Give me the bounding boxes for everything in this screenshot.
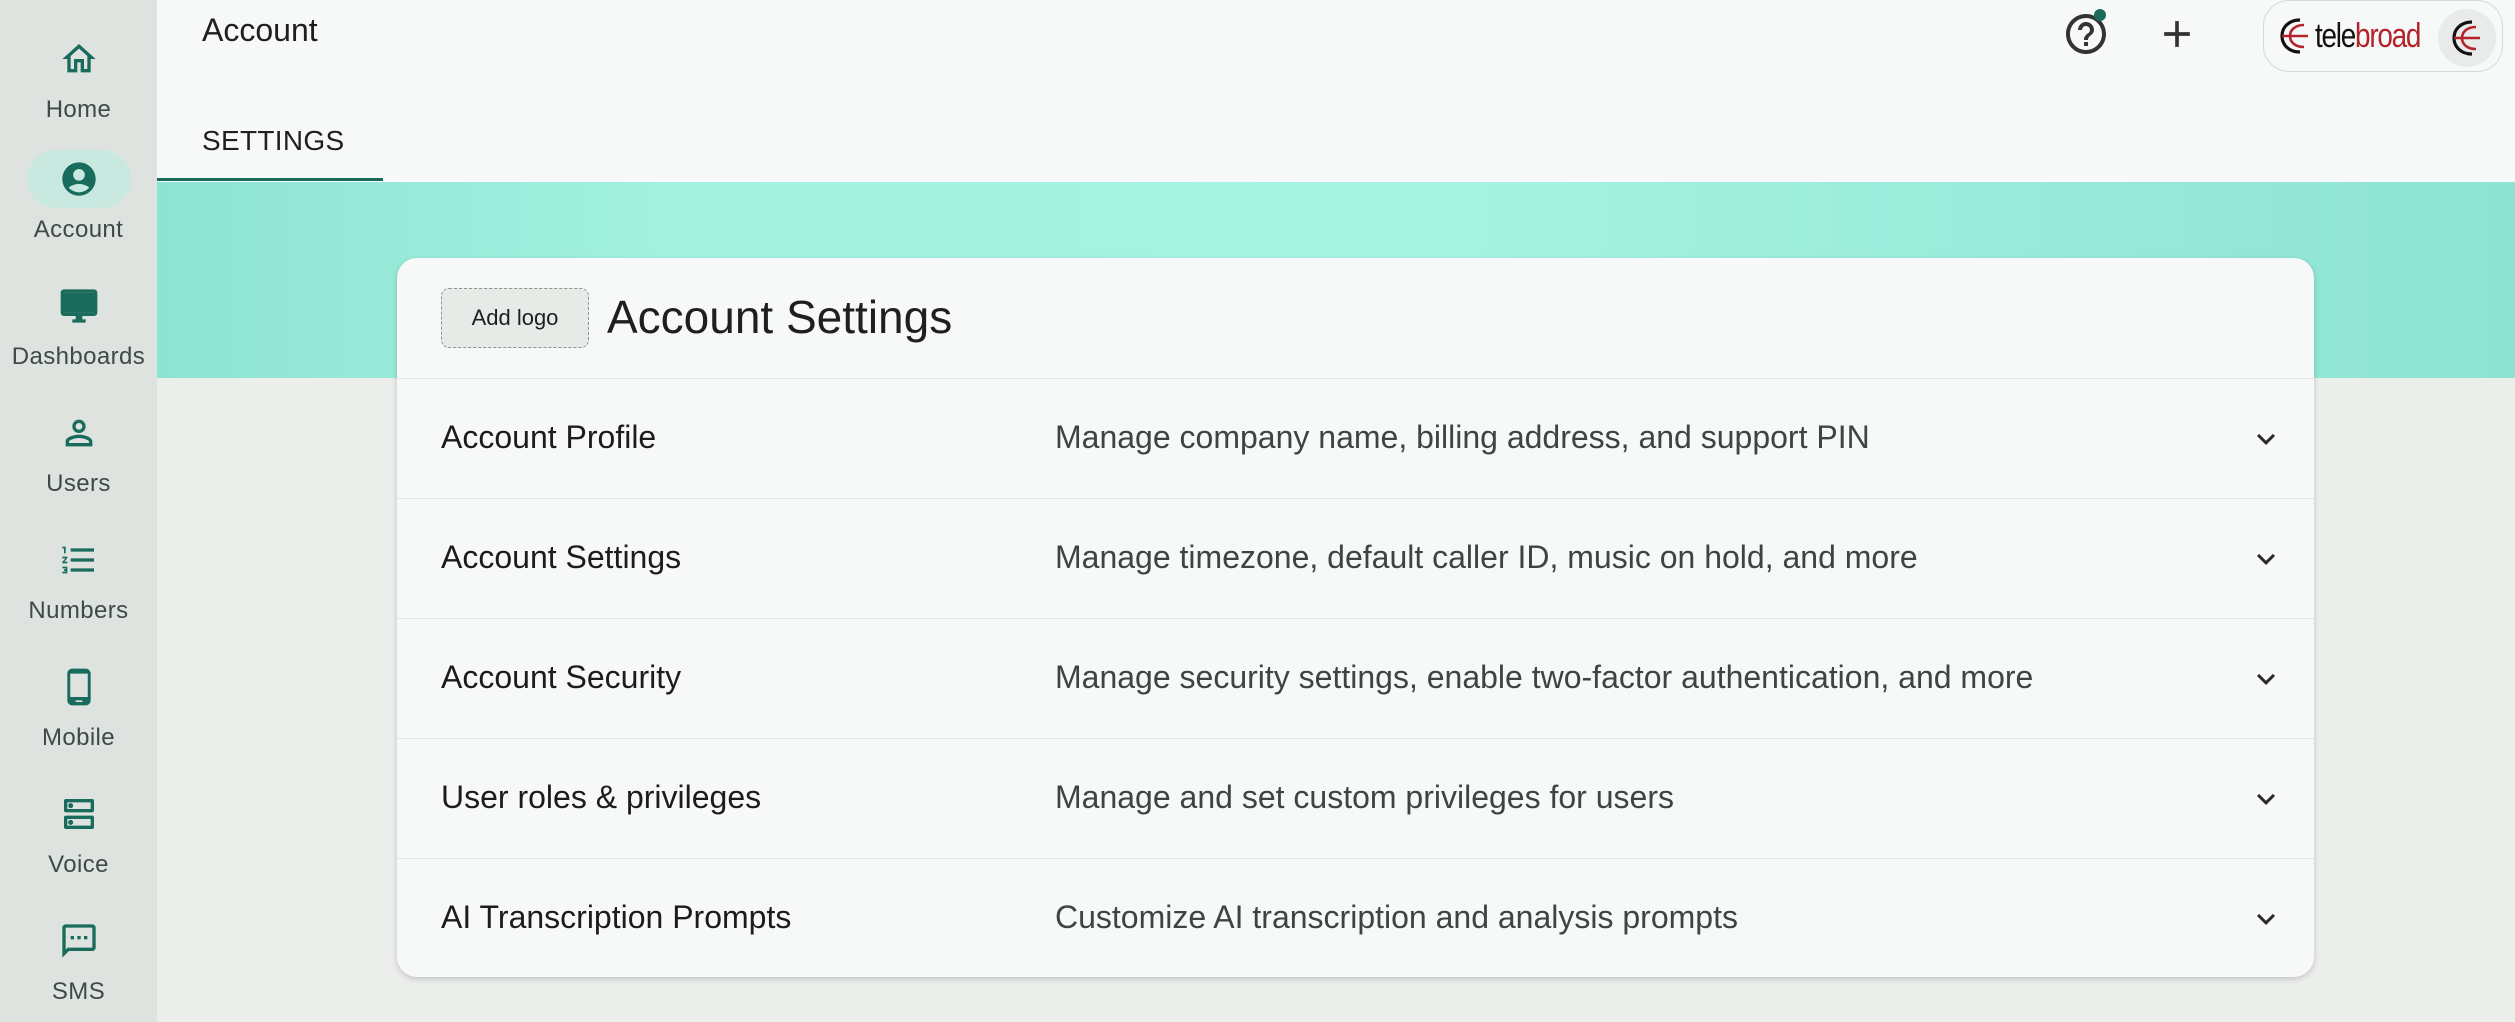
row-description: Manage and set custom privileges for use… (1055, 779, 1674, 815)
sidebar-item-label: Users (46, 470, 111, 497)
sidebar-item-account[interactable]: Account (0, 150, 157, 270)
sidebar-item-label: Dashboards (11, 343, 146, 370)
row-title: Account Settings (441, 539, 682, 575)
account-brand-menu[interactable]: tele broad (2263, 0, 2503, 72)
chevron-down-icon[interactable] (2248, 661, 2284, 697)
sidebar-item-label: SMS (51, 978, 106, 1005)
chat-icon (27, 912, 131, 970)
telebroad-avatar-icon (2452, 20, 2480, 56)
settings-row-account-settings[interactable]: Account Settings Manage timezone, defaul… (397, 498, 2314, 618)
settings-row-account-security[interactable]: Account Security Manage security setting… (397, 618, 2314, 738)
sidebar-item-users[interactable]: Users (0, 404, 157, 524)
row-title: AI Transcription Prompts (441, 899, 792, 935)
server-icon (27, 785, 131, 843)
row-title: Account Security (441, 659, 682, 695)
telebroad-logo-icon (2280, 18, 2308, 54)
list-numbered-icon (27, 531, 131, 589)
sidebar-item-sms[interactable]: SMS (0, 912, 157, 1022)
add-logo-button[interactable]: Add logo (441, 288, 589, 348)
sidebar-nav: Home Account Dashboards Users Numbers Mo… (0, 0, 157, 1022)
tab-settings[interactable]: SETTINGS (157, 100, 383, 182)
phone-icon (27, 658, 131, 716)
settings-row-account-profile[interactable]: Account Profile Manage company name, bil… (397, 378, 2314, 498)
sidebar-item-label: Numbers (28, 597, 129, 624)
chevron-down-icon[interactable] (2248, 541, 2284, 577)
sidebar-item-voice[interactable]: Voice (0, 785, 157, 905)
account-settings-card: Add logo Account Settings Account Profil… (397, 258, 2314, 977)
home-icon (27, 30, 131, 88)
settings-row-ai-transcription[interactable]: AI Transcription Prompts Customize AI tr… (397, 858, 2314, 977)
sidebar-item-numbers[interactable]: Numbers (0, 531, 157, 651)
settings-row-user-roles[interactable]: User roles & privileges Manage and set c… (397, 738, 2314, 858)
sidebar-item-home[interactable]: Home (0, 30, 157, 150)
person-icon (27, 404, 131, 462)
row-title: Account Profile (441, 419, 657, 455)
brand-wordmark: tele broad (2315, 16, 2421, 56)
sidebar-item-label: Account (33, 216, 124, 243)
row-title: User roles & privileges (441, 779, 762, 815)
notification-dot (2094, 9, 2106, 21)
brand-part-2: broad (2355, 16, 2421, 55)
row-description: Customize AI transcription and analysis … (1055, 899, 1738, 935)
plus-icon (2164, 21, 2190, 47)
sidebar-item-mobile[interactable]: Mobile (0, 658, 157, 778)
add-button[interactable] (2145, 2, 2209, 66)
chevron-down-icon[interactable] (2248, 781, 2284, 817)
card-header: Add logo Account Settings (397, 258, 2314, 378)
help-button[interactable] (2054, 2, 2118, 66)
card-title: Account Settings (607, 291, 953, 343)
app-root: Home Account Dashboards Users Numbers Mo… (0, 0, 2515, 1022)
account-circle-icon (26, 150, 131, 208)
chevron-down-icon[interactable] (2248, 421, 2284, 457)
sidebar-item-label: Mobile (41, 724, 116, 751)
tab-active-indicator (157, 178, 383, 181)
top-bar: Account SETTINGS tele broad (157, 0, 2515, 182)
monitor-icon (27, 277, 131, 335)
chevron-down-icon[interactable] (2248, 901, 2284, 937)
page-title: Account (202, 12, 318, 48)
brand-part-1: tele (2315, 16, 2356, 55)
sidebar-item-label: Voice (48, 851, 109, 878)
row-description: Manage company name, billing address, an… (1055, 419, 1870, 455)
row-description: Manage timezone, default caller ID, musi… (1055, 539, 1918, 575)
row-description: Manage security settings, enable two-fac… (1055, 659, 2034, 695)
avatar (2438, 9, 2496, 67)
sidebar-item-dashboards[interactable]: Dashboards (0, 277, 157, 397)
sidebar-item-label: Home (45, 96, 112, 123)
